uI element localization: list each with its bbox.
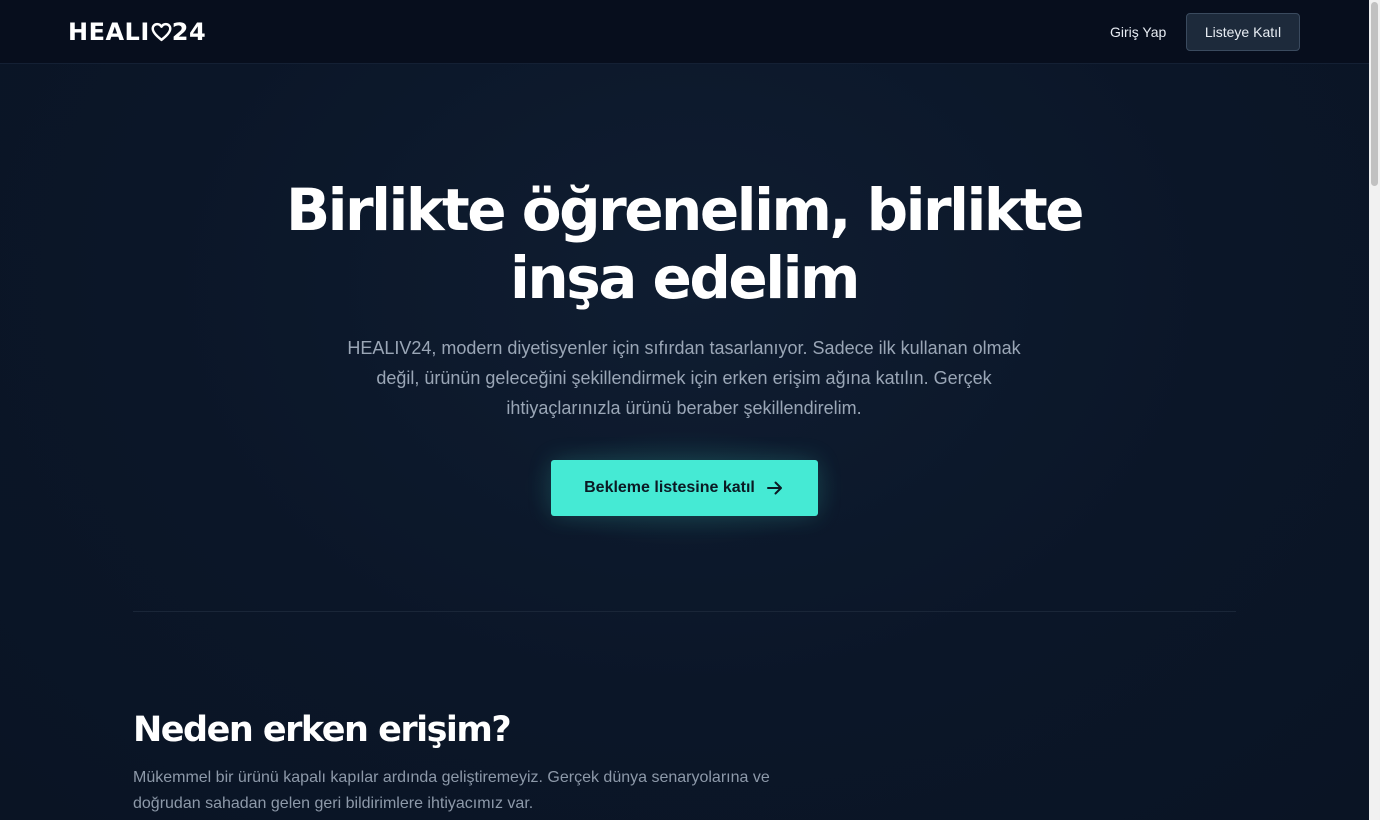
hero-title: Birlikte öğrenelim, birlikte inşa edelim [285,176,1085,312]
hero-subtitle: HEALIV24, modern diyetisyenler için sıfı… [347,338,1021,418]
logo-text-end: 24 [171,18,207,46]
login-link[interactable]: Giriş Yap [1110,22,1166,42]
join-waitlist-button[interactable]: Bekleme listesine katıl [551,460,818,516]
logo-text-start: HEALI [68,18,150,46]
why-early-access-title: Neden erken erişim? [133,710,512,750]
section-divider [133,611,1236,612]
healiv24-logo[interactable]: HEALI 24 [68,17,206,47]
join-waitlist-label: Bekleme listesine katıl [584,479,755,496]
join-list-button[interactable]: Listeye Katıl [1186,13,1300,51]
top-navigation-bar: HEALI 24 Giriş Yap Listeye Katıl [0,0,1369,64]
why-early-access-text: Mükemmel bir ürünü kapalı kapılar ardınd… [133,769,770,812]
landing-page: HEALI 24 Giriş Yap Listeye Katıl Birlikt… [0,0,1380,820]
heart-outline-icon [151,22,172,42]
scrollbar-thumb[interactable] [1371,2,1378,186]
arrow-right-icon [766,481,782,495]
